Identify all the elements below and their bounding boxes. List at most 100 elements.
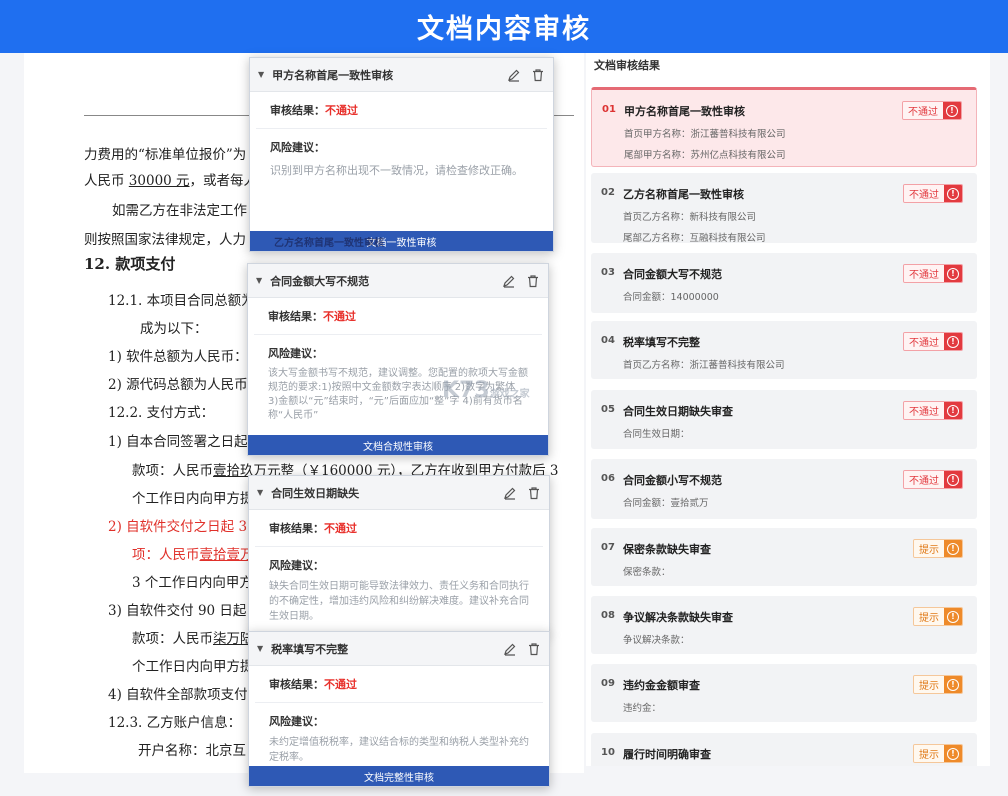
info-circle-glyph: ! — [947, 335, 959, 348]
doc-line: 如需乙方在非法定工作日 — [112, 203, 261, 219]
result-item-number: 09 — [601, 678, 615, 689]
tip-status-badge[interactable]: 提示! — [913, 539, 963, 558]
risk-label: 风险建议： — [269, 715, 324, 728]
popup-header[interactable]: ▼ 甲方名称首尾一致性审核 — [250, 58, 553, 92]
popup-header[interactable]: ▼ 合同金额大写不规范 — [248, 264, 548, 298]
info-circle-icon[interactable]: ! — [944, 402, 962, 419]
tip-status-badge[interactable]: 提示! — [913, 675, 963, 694]
result-item-detail: 争议解决条款： — [623, 635, 690, 646]
tip-status-badge[interactable]: 提示! — [913, 607, 963, 626]
edit-icon[interactable] — [507, 68, 521, 82]
trash-icon[interactable] — [527, 642, 541, 656]
watermark-subtext: 游戏之家 — [489, 389, 530, 400]
info-circle-icon[interactable]: ! — [943, 102, 961, 119]
result-item-title: 合同金额小写不规范 — [623, 474, 722, 487]
doc-line-highlight: 2) 自软件交付之日起 3 — [108, 519, 248, 535]
result-item[interactable]: 08 争议解决条款缺失审查 争议解决条款： 提示! — [591, 596, 977, 654]
info-circle-icon[interactable]: ! — [944, 540, 962, 557]
banner-title: 文档内容审核 — [417, 14, 591, 45]
risk-text: 识别到甲方名称出现不一致情况，请检查修改正确。 — [270, 164, 523, 177]
result-item[interactable]: 03 合同金额大写不规范 合同金额：14000000 不通过! — [591, 253, 977, 313]
tip-status-badge[interactable]: 提示! — [913, 744, 963, 763]
doc-text: 款项：人民币 — [132, 631, 213, 647]
risk-label: 风险建议： — [269, 559, 324, 572]
info-circle-icon[interactable]: ! — [944, 333, 962, 350]
collapse-triangle-icon[interactable]: ▼ — [256, 276, 262, 285]
collapse-triangle-icon[interactable]: ▼ — [258, 70, 264, 79]
edit-icon[interactable] — [503, 486, 517, 500]
info-circle-glyph: ! — [947, 187, 959, 200]
popup-header[interactable]: ▼ 合同生效日期缺失 — [249, 476, 549, 510]
collapse-triangle-icon[interactable]: ▼ — [257, 644, 263, 653]
info-circle-icon[interactable]: ! — [944, 471, 962, 488]
info-circle-icon[interactable]: ! — [944, 608, 962, 625]
risk-label: 风险建议： — [270, 141, 325, 154]
result-item[interactable]: 10 履行时间明确审查 提示! — [591, 733, 977, 766]
doc-line: 款项：人民币柒万陆 — [132, 627, 254, 647]
result-item-detail: 违约金： — [623, 703, 662, 714]
result-item[interactable]: 02 乙方名称首尾一致性审核 首页乙方名称：新科技有限公司 尾部乙方名称：互融科技有限… — [591, 173, 977, 244]
result-item-number: 05 — [601, 404, 615, 415]
edit-icon[interactable] — [502, 274, 516, 288]
result-item-number: 01 — [602, 104, 616, 115]
result-label: 审核结果： — [269, 522, 324, 535]
doc-heading: 12. 款项支付 — [84, 255, 176, 273]
trash-icon[interactable] — [531, 68, 545, 82]
audit-popup-effective-date: ▼ 合同生效日期缺失 审核结果：不通过 风险建议： 缺失合同生效日期可能导致法律… — [248, 475, 550, 635]
status-badge-label: 不通过 — [904, 333, 944, 350]
result-item[interactable]: 09 违约金金额审查 违约金： 提示! — [591, 664, 977, 722]
info-circle-glyph: ! — [946, 104, 958, 117]
result-item-title: 税率填写不完整 — [623, 336, 700, 349]
result-value: 不通过 — [324, 522, 357, 535]
status-badge-label: 不通过 — [903, 102, 943, 119]
fail-status-badge[interactable]: 不通过! — [903, 401, 963, 420]
result-item[interactable]: 06 合同金额小写不规范 合同金额：壹拾贰万 不通过! — [591, 459, 977, 519]
doc-line: 人民币 30000 元，或者每人每 — [84, 169, 271, 189]
status-badge-label: 提示 — [914, 608, 944, 625]
result-item[interactable]: 01 甲方名称首尾一致性审核 首页甲方名称：浙江蕃普科技有限公司 尾部甲方名称：苏州亿… — [591, 87, 977, 167]
info-circle-glyph: ! — [947, 678, 959, 691]
result-item-detail: 合同金额：壹拾贰万 — [623, 498, 709, 509]
result-value: 不通过 — [325, 104, 358, 117]
edit-icon[interactable] — [503, 642, 517, 656]
result-value: 不通过 — [323, 310, 356, 323]
result-item[interactable]: 04 税率填写不完整 首页乙方名称：浙江蕃普科技有限公司 不通过! — [591, 321, 977, 379]
fail-status-badge[interactable]: 不通过! — [903, 184, 963, 203]
doc-line: 开户名称：北京互 — [138, 743, 246, 759]
risk-section: 风险建议： 未约定增值税税率，建议结合标的类型和纳税人类型补充约定税率。 — [255, 703, 543, 775]
trash-icon[interactable] — [526, 274, 540, 288]
fail-status-badge[interactable]: 不通过! — [903, 264, 963, 283]
info-circle-glyph: ! — [947, 542, 959, 555]
result-item-title: 违约金金额审查 — [623, 679, 700, 692]
info-circle-icon[interactable]: ! — [944, 676, 962, 693]
risk-label: 风险建议： — [268, 347, 323, 360]
info-circle-icon[interactable]: ! — [944, 745, 962, 762]
status-badge-label: 提示 — [914, 745, 944, 762]
fail-status-badge[interactable]: 不通过! — [903, 470, 963, 489]
fail-status-badge[interactable]: 不通过! — [903, 332, 963, 351]
result-item[interactable]: 05 合同生效日期缺失审查 合同生效日期： 不通过! — [591, 390, 977, 449]
status-badge-label: 提示 — [914, 676, 944, 693]
result-item-detail: 尾部乙方名称：互融科技有限公司 — [623, 233, 766, 244]
doc-line: 12.3. 乙方账户信息： — [108, 715, 242, 731]
info-circle-icon[interactable]: ! — [944, 185, 962, 202]
result-item-detail: 保密条款： — [623, 567, 671, 578]
doc-text: 款项：人民币 — [132, 463, 213, 479]
results-title: 文档审核结果 — [594, 59, 660, 72]
fail-status-badge[interactable]: 不通过! — [902, 101, 962, 120]
watermark-text: K73 — [442, 378, 490, 403]
status-badge-label: 提示 — [914, 540, 944, 557]
popup-header[interactable]: ▼ 税率填写不完整 — [249, 632, 549, 666]
info-circle-icon[interactable]: ! — [944, 265, 962, 282]
trash-icon[interactable] — [527, 486, 541, 500]
doc-line: 12.1. 本项目合同总额为 — [108, 293, 255, 309]
page-banner: 文档内容审核 — [0, 0, 1008, 53]
audit-popup-compliance: ▼ 合同金额大写不规范 审核结果：不通过 风险建议： 该大写金额书写不规范，建议… — [247, 263, 549, 456]
risk-text: 未约定增值税税率，建议结合标的类型和纳税人类型补充约定税率。 — [269, 737, 529, 763]
collapse-triangle-icon[interactable]: ▼ — [257, 488, 263, 497]
result-item-title: 履行时间明确审查 — [623, 748, 711, 761]
result-item-number: 08 — [601, 610, 615, 621]
doc-line: 个工作日内向甲方提 — [132, 659, 254, 675]
info-circle-glyph: ! — [947, 404, 959, 417]
result-item[interactable]: 07 保密条款缺失审查 保密条款： 提示! — [591, 528, 977, 586]
